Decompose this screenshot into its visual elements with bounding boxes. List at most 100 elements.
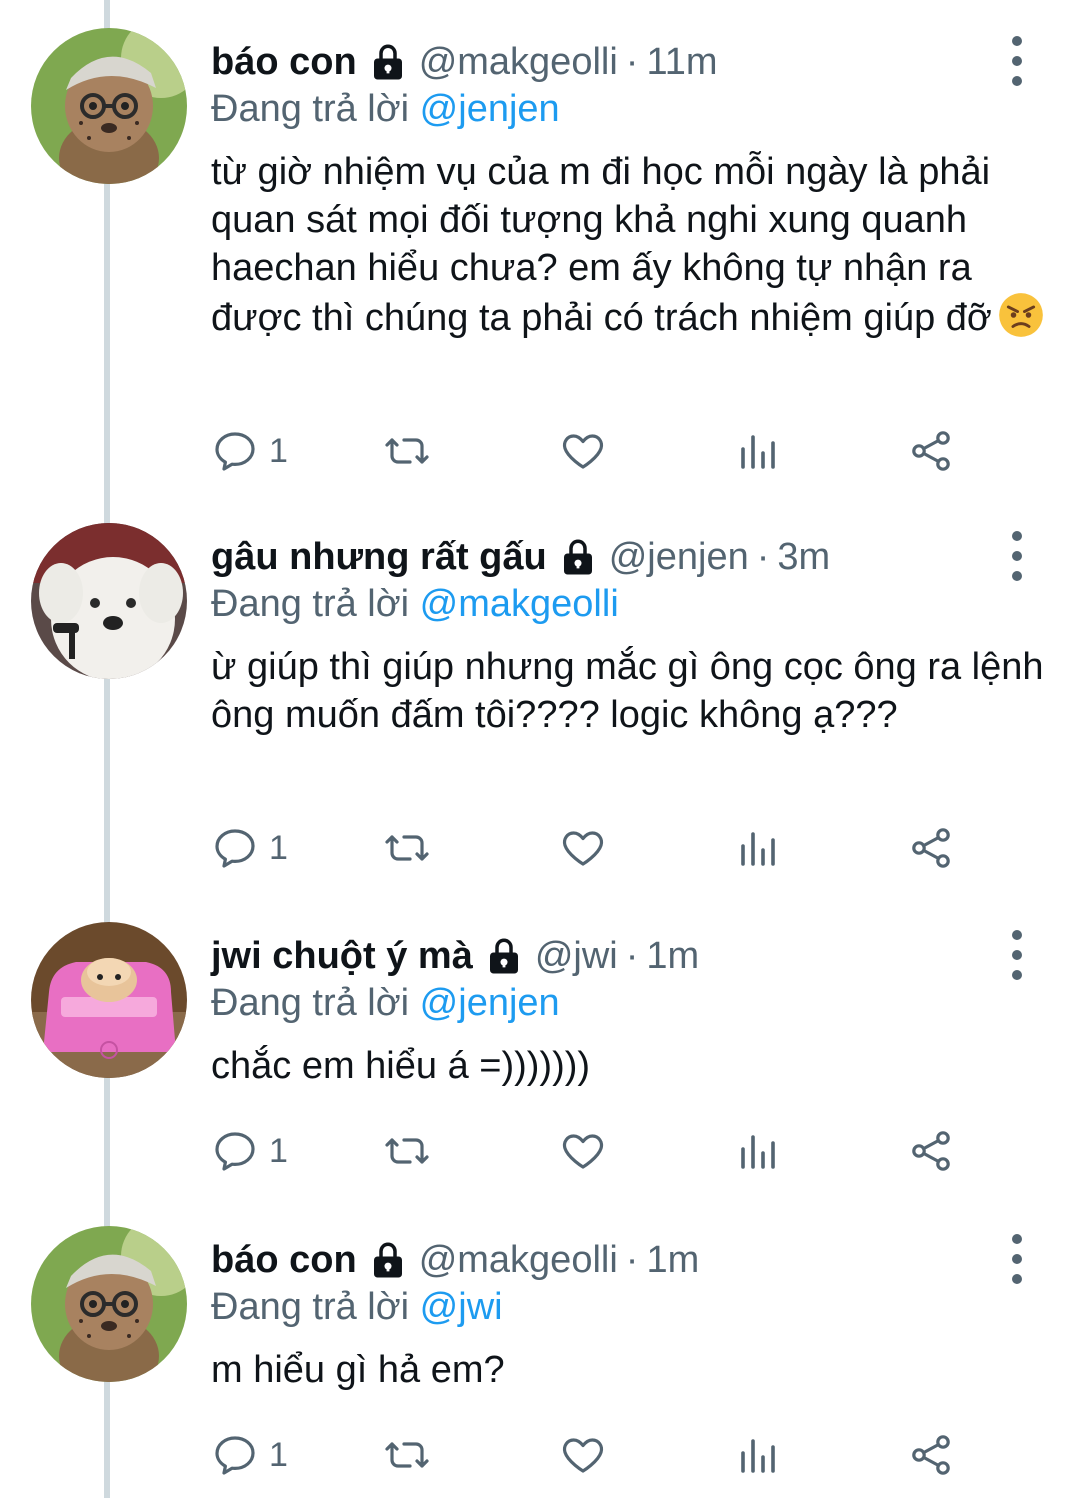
share-icon [912,431,950,471]
share-button[interactable] [907,1428,955,1482]
tweet-actions: 1 [211,821,971,875]
share-button[interactable] [907,1124,955,1178]
reply-icon [215,432,255,471]
retweet-icon [385,438,429,464]
timestamp[interactable]: 11m [646,41,717,84]
reply-prefix: Đang trả lời [211,1286,410,1328]
angry-face-emoji-icon [998,293,1043,337]
tweet-header: jwi chuột ý mà @jwi · 1m [211,928,699,984]
reply-count: 1 [269,828,288,867]
lock-icon [563,539,592,575]
reply-mention-link[interactable]: @jenjen [420,982,560,1024]
tweet-text: m hiểu gì hả em? [211,1346,1051,1394]
reply-button[interactable]: 1 [211,821,288,875]
like-button[interactable] [559,1428,607,1482]
tweet-actions: 1 [211,1428,971,1482]
tweet-header: báo con @makgeolli · 11m [211,34,718,90]
separator: · [625,1238,639,1281]
heart-icon [562,1438,604,1473]
retweet-icon [385,1138,429,1164]
tweet-actions: 1 [211,424,971,478]
reply-button[interactable]: 1 [211,424,288,478]
like-button[interactable] [559,424,607,478]
share-button[interactable] [907,821,955,875]
analytics-button[interactable] [733,1124,781,1178]
separator: · [756,535,770,578]
display-name[interactable]: gâu nhưng rất gấu [211,536,547,579]
share-button[interactable] [907,424,955,478]
tweet-body: ừ giúp thì giúp nhưng mắc gì ông cọc ông… [211,646,1044,736]
share-icon [912,1131,950,1171]
handle[interactable]: @jenjen [609,536,749,579]
analytics-icon [741,1135,775,1169]
more-options-icon[interactable] [1002,1234,1032,1284]
reply-count: 1 [269,1131,288,1170]
analytics-icon [741,1439,775,1473]
handle[interactable]: @makgeolli [419,41,618,84]
reply-icon [215,1132,255,1171]
reply-icon [215,829,255,868]
reply-count: 1 [269,1435,288,1474]
retweet-icon [385,1442,429,1468]
more-options-icon[interactable] [1002,36,1032,86]
separator: · [625,934,639,977]
timestamp[interactable]: 1m [646,1239,699,1282]
heart-icon [562,434,604,469]
lock-icon [489,938,518,974]
tweet-text: ừ giúp thì giúp nhưng mắc gì ông cọc ông… [211,643,1051,739]
more-options-icon[interactable] [1002,531,1032,581]
analytics-icon [741,435,775,469]
timestamp[interactable]: 3m [777,536,830,579]
reply-icon [215,1436,255,1475]
more-options-icon[interactable] [1002,930,1032,980]
heart-icon [562,831,604,866]
handle[interactable]: @makgeolli [419,1239,618,1282]
reply-mention-link[interactable]: @jwi [420,1286,503,1328]
analytics-button[interactable] [733,1428,781,1482]
reply-prefix: Đang trả lời [211,583,410,625]
tweet-header: gâu nhưng rất gấu @jenjen · 3m [211,529,830,585]
analytics-button[interactable] [733,821,781,875]
handle[interactable]: @jwi [535,935,618,978]
reply-mention-link[interactable]: @jenjen [420,88,560,130]
analytics-icon [741,832,775,866]
share-icon [912,828,950,868]
avatar[interactable] [31,523,187,679]
share-icon [912,1435,950,1475]
tweet-text: từ giờ nhiệm vụ của m đi học mỗi ngày là… [211,148,1051,342]
reply-button[interactable]: 1 [211,1428,288,1482]
reply-prefix: Đang trả lời [211,982,410,1024]
separator: · [625,40,639,83]
retweet-icon [385,835,429,861]
reply-button[interactable]: 1 [211,1124,288,1178]
retweet-button[interactable] [383,1428,431,1482]
replying-to: Đang trả lời @jenjen [211,982,560,1025]
replying-to: Đang trả lời @jenjen [211,88,560,131]
tweet-actions: 1 [211,1124,971,1178]
tweet-header: báo con @makgeolli · 1m [211,1232,699,1288]
like-button[interactable] [559,1124,607,1178]
display-name[interactable]: báo con [211,41,357,84]
avatar[interactable] [31,1226,187,1382]
retweet-button[interactable] [383,1124,431,1178]
replying-to: Đang trả lời @jwi [211,1286,503,1329]
reply-mention-link[interactable]: @makgeolli [420,583,619,625]
tweet-body: chắc em hiểu á =))))))) [211,1045,591,1087]
tweet-body: từ giờ nhiệm vụ của m đi học mỗi ngày là… [211,151,992,339]
reply-prefix: Đang trả lời [211,88,410,130]
tweet-body: m hiểu gì hả em? [211,1349,505,1391]
retweet-button[interactable] [383,821,431,875]
reply-count: 1 [269,431,288,470]
avatar[interactable] [31,922,187,1078]
like-button[interactable] [559,821,607,875]
retweet-button[interactable] [383,424,431,478]
lock-icon [373,44,402,80]
lock-icon [373,1242,402,1278]
display-name[interactable]: báo con [211,1239,357,1282]
timestamp[interactable]: 1m [646,935,699,978]
avatar[interactable] [31,28,187,184]
display-name[interactable]: jwi chuột ý mà [211,935,473,978]
tweet-text: chắc em hiểu á =))))))) [211,1042,1051,1090]
analytics-button[interactable] [733,424,781,478]
replying-to: Đang trả lời @makgeolli [211,583,619,626]
